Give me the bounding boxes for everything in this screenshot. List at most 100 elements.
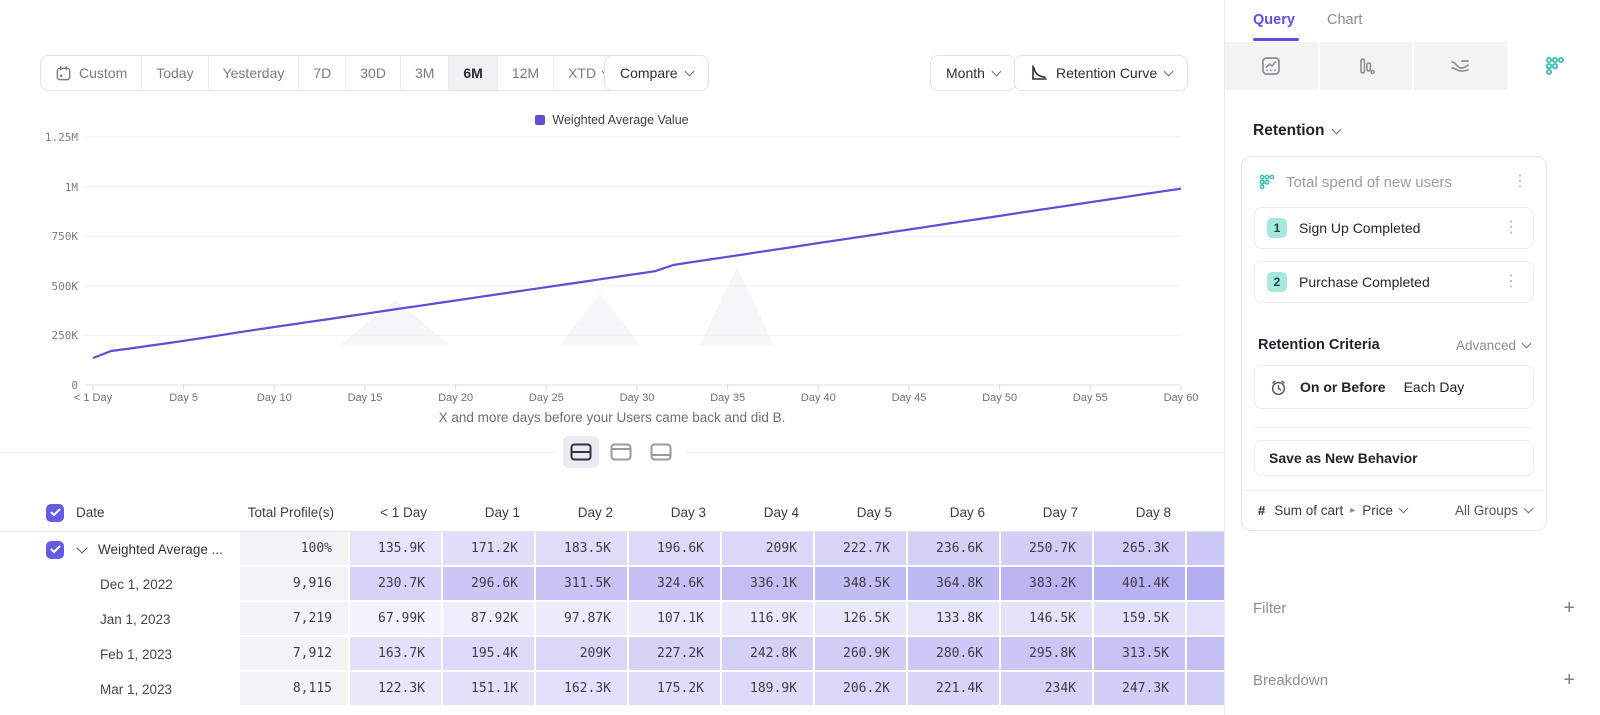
y-axis-label: 1.25M (28, 131, 78, 144)
range-7d[interactable]: 7D (299, 56, 346, 90)
measure-label: Sum of cart (1274, 503, 1343, 518)
range-30d[interactable]: 30D (346, 56, 401, 90)
retention-value-cell: 234K (1001, 672, 1094, 707)
chevron-down-icon (1332, 124, 1342, 134)
retention-value-cell: 133.8K (908, 602, 1001, 637)
chevron-down-icon (1524, 504, 1534, 514)
chart-type-button[interactable]: Retention Curve (1014, 55, 1188, 91)
report-type-funnels[interactable] (1320, 42, 1415, 90)
numeric-property-icon: # (1258, 503, 1265, 518)
expand-chevron-icon[interactable] (76, 542, 87, 553)
breakdown-section: Breakdown + (1253, 670, 1575, 690)
table-bottom-view-toggle[interactable] (643, 436, 679, 468)
clipped-day9-cell (1187, 567, 1228, 602)
report-type-flows[interactable] (1414, 42, 1509, 90)
range-label: 6M (463, 65, 482, 81)
retention-value-cell: 280.6K (908, 637, 1001, 672)
chevron-down-icon (991, 66, 1001, 76)
retention-value-cell: 236.6K (908, 532, 1001, 567)
column-header: Date (0, 494, 240, 531)
chart-top-view-toggle[interactable] (603, 436, 639, 468)
retention-value-cell: 135.9K (350, 532, 443, 567)
weighted-average-line[interactable] (93, 189, 1181, 358)
x-axis-label: Day 30 (620, 392, 655, 404)
row-label-cell: Jan 1, 2023 (0, 602, 240, 637)
divider (1254, 427, 1534, 428)
watermark-triangle (340, 300, 450, 345)
x-axis-label: Day 20 (438, 392, 473, 404)
column-header: Day 8 (1094, 494, 1187, 531)
step-2-event[interactable]: 2 Purchase Completed ⋮ (1254, 261, 1534, 303)
retention-value-cell: 189.9K (722, 672, 815, 707)
x-axis-label: Day 15 (348, 392, 383, 404)
tab-chart[interactable]: Chart (1327, 12, 1362, 28)
all-groups-dropdown[interactable]: All Groups (1455, 503, 1532, 518)
funnels-icon (1356, 56, 1376, 76)
on-or-before-label: On or Before (1300, 379, 1386, 395)
clipped-day9-cell (1187, 532, 1228, 567)
range-3m[interactable]: 3M (401, 56, 449, 90)
alarm-clock-icon (1269, 378, 1288, 397)
row-checkbox[interactable] (46, 541, 64, 559)
table-header-row: DateTotal Profile(s)< 1 DayDay 1Day 2Day… (0, 494, 1224, 532)
retention-value-cell: 151.1K (443, 672, 536, 707)
retention-line-chart[interactable]: 0250K500K750K1M1.25M< 1 DayDay 5Day 10Da… (0, 127, 1224, 407)
arrow-right-icon: ▸ (1350, 505, 1355, 516)
select-all-checkbox[interactable] (46, 504, 64, 522)
retention-value-cell: 206.2K (815, 672, 908, 707)
clipped-day9-cell (1187, 637, 1228, 672)
kebab-menu-icon[interactable]: ⋮ (1499, 220, 1523, 236)
compare-button[interactable]: Compare (604, 55, 709, 91)
report-canvas: CustomTodayYesterday7D30D3M6M12MXTD Comp… (0, 0, 1224, 715)
measure-property-dropdown[interactable]: Sum of cart ▸ Price (1274, 503, 1407, 518)
x-axis-label: Day 35 (710, 392, 745, 404)
granularity-button[interactable]: Month (930, 55, 1016, 91)
retention-value-cell: 348.5K (815, 567, 908, 602)
total-profiles-cell: 7,912 (240, 637, 350, 672)
range-yesterday[interactable]: Yesterday (209, 56, 300, 90)
retention-value-cell: 209K (722, 532, 815, 567)
chevron-down-icon (1522, 338, 1532, 348)
add-breakdown-button[interactable]: + (1563, 670, 1575, 690)
report-type-retention[interactable] (1509, 42, 1600, 90)
retention-value-cell: 227.2K (629, 637, 722, 672)
report-type-insights[interactable] (1225, 42, 1320, 90)
range-label: 3M (415, 65, 434, 81)
retention-value-cell: 196.6K (629, 532, 722, 567)
step-event-label: Purchase Completed (1299, 274, 1487, 290)
retention-table: DateTotal Profile(s)< 1 DayDay 1Day 2Day… (0, 494, 1224, 707)
add-filter-button[interactable]: + (1563, 598, 1575, 618)
column-header-label: Day 5 (857, 505, 892, 520)
criteria-mode-dropdown[interactable]: Advanced (1456, 338, 1530, 353)
row-label: Jan 1, 2023 (100, 612, 171, 627)
tab-query[interactable]: Query (1253, 12, 1295, 28)
range-12m[interactable]: 12M (498, 56, 554, 90)
range-6m[interactable]: 6M (449, 56, 497, 90)
retention-value-cell: 313.5K (1094, 637, 1187, 672)
step-event-label: Sign Up Completed (1299, 220, 1487, 236)
x-axis-label: Day 45 (892, 392, 927, 404)
report-type-dropdown[interactable]: Retention (1253, 122, 1340, 140)
retention-value-cell: 364.8K (908, 567, 1001, 602)
range-custom[interactable]: Custom (41, 56, 142, 90)
split-view-toggle[interactable] (563, 436, 599, 468)
save-as-new-behavior-button[interactable]: Save as New Behavior (1254, 440, 1534, 476)
retention-value-cell: 324.6K (629, 567, 722, 602)
retention-value-cell: 230.7K (350, 567, 443, 602)
y-axis-label: 0 (28, 379, 78, 392)
view-toggle-group (557, 436, 685, 468)
chevron-down-icon (1164, 66, 1174, 76)
retention-criteria-row: Retention Criteria Advanced (1258, 337, 1530, 353)
kebab-menu-icon[interactable]: ⋮ (1499, 274, 1523, 290)
on-or-before-setting[interactable]: On or Before Each Day (1254, 365, 1534, 409)
range-label: 7D (313, 65, 331, 81)
range-today[interactable]: Today (142, 56, 208, 90)
table-bottom-view-icon (650, 443, 672, 461)
y-axis-label: 500K (28, 280, 78, 293)
kebab-menu-icon[interactable]: ⋮ (1508, 174, 1532, 190)
row-label-cell: Mar 1, 2023 (0, 672, 240, 707)
step-1-event[interactable]: 1 Sign Up Completed ⋮ (1254, 207, 1534, 249)
column-header: Day 4 (722, 494, 815, 531)
column-header-label: Date (76, 505, 105, 520)
table-row: Jan 1, 20237,21967.99K87.92K97.87K107.1K… (0, 602, 1224, 637)
